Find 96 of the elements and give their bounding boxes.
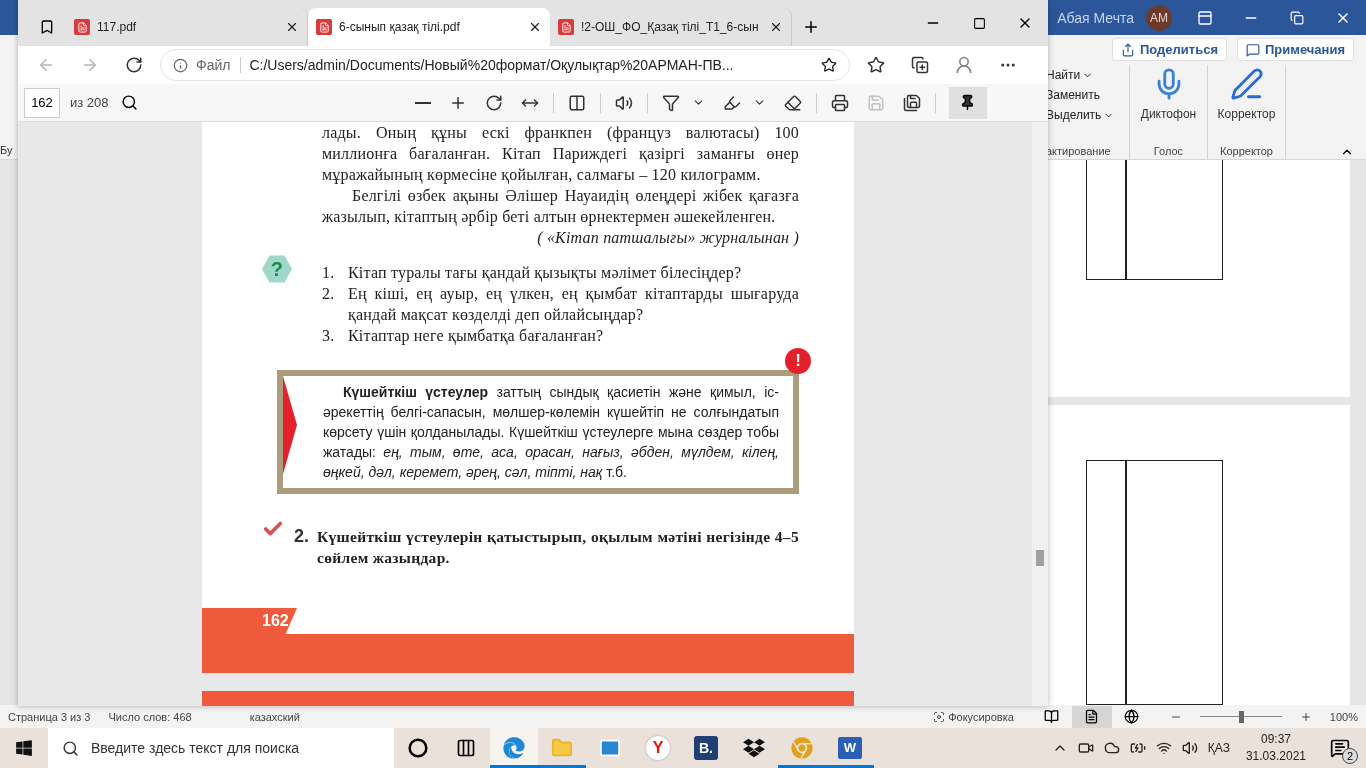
page-total: из 208: [70, 95, 109, 110]
scroll-thumb[interactable]: [1036, 550, 1044, 566]
read-aloud-icon: [614, 93, 633, 112]
browser-tab[interactable]: 6-сынып қазақ тілі.pdf: [308, 8, 550, 46]
printer-icon: [830, 93, 849, 112]
speaker-icon[interactable]: [1181, 740, 1198, 756]
focus-label: Фокусировка: [933, 710, 1014, 723]
cloud-icon[interactable]: [1103, 740, 1120, 756]
highlighter-icon: [722, 93, 741, 112]
zoom-reading: 100%: [1329, 710, 1358, 723]
info-icon: [173, 57, 188, 73]
rule-text: Күшейткіш үстеулер заттың сындық қасиетін және қимыл, іс-әрекеттің белгі-сапасын, мөлшер-көлемін күшейтіп не солғындатып көрсету үшін қолданылады. Күшейткіш үстеулерге мына сөздер тобы жатады: ең, тым, өте, аса, орасан, нағыз, әбден, мүлдем, кілең, өңкей, дәл, керемет, әрең, сәл, тіпті, нақ т.б.: [323, 383, 779, 482]
view-button[interactable]: [1071, 705, 1112, 728]
ribbon-label: Бу: [0, 144, 13, 156]
language-indicator[interactable]: ҚАЗ: [1207, 741, 1230, 755]
page-count: Страница 3 из 3: [8, 710, 91, 723]
rotate-icon: [484, 93, 503, 112]
folder-icon: [551, 736, 573, 759]
close-icon[interactable]: [769, 20, 783, 34]
dictate-button[interactable]: Диктофон: [1138, 65, 1199, 123]
wifi-icon[interactable]: [1155, 740, 1172, 756]
book-icon: [1044, 709, 1060, 724]
minus-icon: [414, 101, 431, 104]
favorites-icon[interactable]: [867, 56, 885, 74]
notifications-button[interactable]: 2: [1322, 730, 1358, 766]
search-icon[interactable]: [120, 94, 138, 111]
question-badge: ?: [262, 254, 292, 284]
user-name: Абая Мечта: [1057, 9, 1134, 26]
browser-icon: [503, 736, 525, 759]
source-note: ( «Кітап патшалығы» журналынан ): [536, 228, 799, 248]
refresh-icon[interactable]: [125, 56, 143, 74]
group-label: Голос: [1153, 145, 1184, 157]
ribbon-display-icon[interactable]: [1197, 9, 1213, 26]
collections-icon[interactable]: [911, 56, 929, 74]
paragraph: Белгілі өзбек ақыны Әлішер Науаидің өлеңдері жібек қағазға жазылып, кітаптың әрбір беті алтын өрнектермен әшекейленген.: [322, 186, 799, 227]
exclamation-badge: !: [785, 348, 811, 374]
pdf-icon: [74, 19, 90, 35]
language-label: казахский: [249, 710, 300, 723]
eraser-icon: [783, 93, 802, 112]
taskbar-app[interactable]: Y: [634, 728, 682, 768]
windows-logo[interactable]: [15, 739, 33, 757]
save-icon: [866, 93, 885, 112]
maximize-icon[interactable]: [972, 16, 986, 30]
close-icon[interactable]: [285, 20, 299, 34]
ribbon-menu-item[interactable]: Заменить: [1046, 85, 1100, 105]
tab-actions-icon[interactable]: [39, 19, 55, 35]
browser-icon: [791, 736, 813, 759]
word-count: Число слов: 468: [108, 710, 192, 723]
group-label: актирование: [1046, 145, 1111, 157]
word-logo: W: [838, 736, 862, 759]
focus-icon: [933, 710, 946, 723]
comment-icon: [1246, 42, 1260, 57]
save-as-icon: [902, 93, 921, 112]
page-view-icon: [567, 93, 586, 112]
slider-thumb[interactable]: [1238, 710, 1244, 723]
list-number: 1.: [322, 263, 336, 283]
camera-icon[interactable]: [1077, 740, 1094, 756]
address-field[interactable]: Файл C:/Users/admin/Documents/Новый%20формат/Оқулықтар%20АРМАН-ПВ...: [160, 49, 850, 81]
task-view-icon: [456, 737, 476, 758]
zoom-in-icon[interactable]: [1299, 710, 1312, 723]
user-avatar[interactable]: AM: [1146, 4, 1172, 31]
notification-count: 2: [1342, 748, 1358, 764]
question-text: Кітаптар неге қымбатқа бағаланған?: [348, 326, 605, 346]
add-favorite-icon[interactable]: [821, 57, 837, 73]
page-icon: [1084, 709, 1100, 724]
taskbar-app[interactable]: B.: [682, 728, 730, 768]
profile-icon[interactable]: [954, 55, 974, 75]
list-number: 2.: [322, 284, 336, 304]
question-text: Кітап туралы тағы қандай қызықты мәлімет білесіңдер?: [348, 263, 743, 283]
clock[interactable]: 09:37 31.03.2021: [1245, 731, 1306, 765]
box-icon: [743, 736, 765, 759]
taskbar-app[interactable]: W: [826, 728, 874, 768]
battery-icon[interactable]: [1129, 740, 1146, 756]
close-icon[interactable]: [528, 20, 542, 34]
task-text: Күшейткіш үстеулерін қатыстырып, оқылым мәтіні негізінде 4–5 сөйлем жазыңдар.: [317, 527, 799, 568]
globe-icon: [1124, 709, 1140, 724]
page-number-field[interactable]: 162: [24, 87, 60, 118]
pdf-icon: [316, 19, 332, 35]
search-icon: [62, 739, 79, 757]
pdf-icon: [558, 19, 574, 35]
share-button[interactable]: Поделиться: [1111, 38, 1227, 61]
group-label: Корректор: [1220, 145, 1273, 157]
circle-icon: [408, 737, 428, 758]
restore-icon[interactable]: [1290, 10, 1304, 25]
comments-button[interactable]: Примечания: [1237, 38, 1354, 61]
editor-button[interactable]: Корректор: [1215, 65, 1278, 123]
share-icon: [1120, 42, 1135, 57]
pin-button[interactable]: [948, 86, 987, 119]
browser-logo: Y: [646, 735, 670, 760]
app-logo: B.: [694, 735, 718, 760]
new-tab-icon[interactable]: [802, 18, 820, 36]
question-text: Ең кіші, ең ауыр, ең үлкен, ең қымбат кітаптарды шығаруда қандай мақсат көзделді деп ойлайсыңдар?: [348, 284, 799, 325]
paragraph: лады. Оның құны ескі франкпен (француз валютасы) 100 миллионға бағаланған. Кітап Париждегі қазіргі заманғы өнер мұражайының көрмесіне қойылған, салмағы – 120 килограмм.: [322, 123, 799, 185]
task-number: 2.: [294, 526, 309, 548]
list-number: 3.: [322, 326, 336, 346]
search-field[interactable]: Введите здесь текст для поиска: [48, 728, 394, 768]
